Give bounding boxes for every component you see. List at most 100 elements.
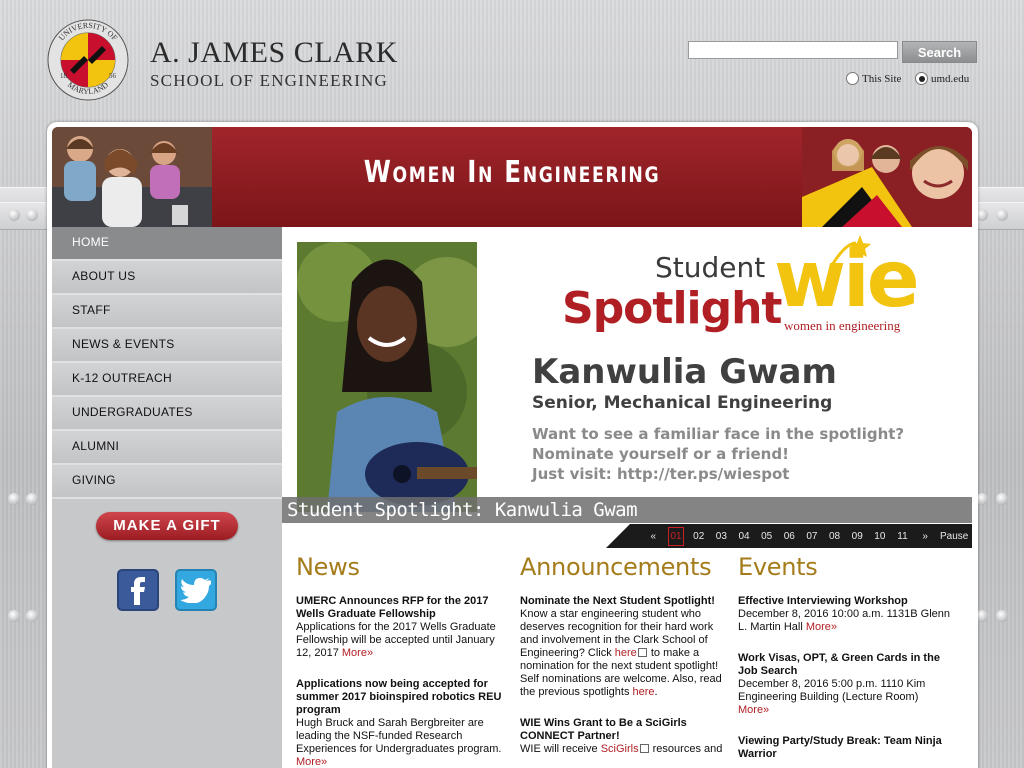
rivet [8,209,20,221]
rivet [26,209,38,221]
event-item-title[interactable]: Effective Interviewing Workshop [738,595,950,608]
nav-item-about-us[interactable]: ABOUT US [52,261,282,295]
spotlight-student-word: Student [655,251,766,284]
rivet [26,493,38,505]
rivet [8,493,20,505]
seal-year-left: 18 [60,72,68,80]
news-item-body: Hugh Bruck and Sarah Bergbreiter are lea… [296,717,502,755]
announcement-here-link-2[interactable]: here [633,686,655,698]
featured-spotlight[interactable]: Student Spotlight wie women in engineeri… [282,227,972,522]
event-item: Viewing Party/Study Break: Team Ninja Wa… [738,735,950,761]
pager-page[interactable]: 11 [891,528,914,545]
event-item-more-link[interactable]: More» [738,704,769,716]
pager-pause[interactable]: Pause [936,528,971,545]
pager-page[interactable]: 09 [846,528,869,545]
brand-line2: SCHOOL OF ENGINEERING [150,71,389,90]
twitter-icon[interactable] [175,569,217,611]
pager-page[interactable]: 05 [755,528,778,545]
university-seal-logo[interactable]: 18 56 UNIVERSITY OFMARYLAND [46,18,130,102]
pager-corner [606,524,630,548]
announcements-heading: Announcements [520,553,712,581]
news-item: UMERC Announces RFP for the 2017 Wells G… [296,595,506,660]
announcement-item-title[interactable]: Nominate the Next Student Spotlight! [520,595,724,608]
slide-caption[interactable]: Student Spotlight: Kanwulia Gwam [282,497,972,523]
news-item-body: Applications for the 2017 Wells Graduate… [296,621,496,659]
slideshow-pager: « 01 02 03 04 05 06 07 08 09 10 11 » Pau… [606,524,972,548]
scope-umd-label: umd.edu [931,72,970,85]
news-column: News UMERC Announces RFP for the 2017 We… [296,553,506,768]
news-item-more-link[interactable]: More» [296,756,327,768]
rivet [996,493,1008,505]
announcements-column: Announcements Nominate the Next Student … [520,553,724,766]
nav-item-news-events[interactable]: NEWS & EVENTS [52,329,282,363]
seal-year-right: 56 [109,72,117,80]
announcement-scigirls-link[interactable]: SciGirls [601,743,639,755]
nav-item-staff[interactable]: STAFF [52,295,282,329]
nav-item-home[interactable]: HOME [52,227,282,261]
announcement-here-link[interactable]: here [615,647,637,659]
spotlight-student-photo [297,242,477,512]
nav-item-giving[interactable]: GIVING [52,465,282,499]
spotlight-role: Senior, Mechanical Engineering [532,393,833,413]
event-item-title[interactable]: Work Visas, OPT, & Green Cards in the Jo… [738,652,950,678]
scope-umd-radio[interactable] [915,72,928,85]
pager-page[interactable]: 03 [710,528,733,545]
pager-page[interactable]: 07 [801,528,824,545]
scope-umd[interactable]: umd.edu [915,72,969,85]
announcement-item-title[interactable]: WIE Wins Grant to Be a SciGirls CONNECT … [520,717,724,743]
facebook-icon[interactable] [117,569,159,611]
scope-this-site[interactable]: This Site [846,72,901,85]
wie-logo-subtitle: women in engineering [784,318,901,333]
star-icon [830,235,871,266]
rivet [996,209,1008,221]
nav-item-k12-outreach[interactable]: K-12 OUTREACH [52,363,282,397]
news-heading: News [296,553,360,581]
rivet [26,610,38,622]
search-button[interactable]: Search [902,41,977,63]
announcement-item: Nominate the Next Student Spotlight! Kno… [520,595,724,699]
scope-this-site-radio[interactable] [846,72,859,85]
event-item: Work Visas, OPT, & Green Cards in the Jo… [738,652,950,717]
announcement-end: . [654,686,658,698]
banner: Women In Engineering [52,127,972,227]
rivet [8,610,20,622]
spotlight-line-2: Nominate yourself or a friend! [532,445,789,463]
pager-page[interactable]: 04 [733,528,756,545]
events-column: Events Effective Interviewing Workshop D… [738,553,950,768]
announcement-item: WIE Wins Grant to Be a SciGirls CONNECT … [520,717,724,756]
news-item-title[interactable]: Applications now being accepted for summ… [296,678,506,717]
make-a-gift-button[interactable]: MAKE A GIFT [96,512,238,540]
event-item-title[interactable]: Viewing Party/Study Break: Team Ninja Wa… [738,735,950,761]
brand-line1: A. JAMES CLARK [150,36,398,69]
pager-page[interactable]: 06 [778,528,801,545]
announcement-item-body-2: resources and [652,743,723,755]
event-item: Effective Interviewing Workshop December… [738,595,950,634]
event-item-body: December 8, 2016 10:00 a.m. 1131B Glenn … [738,608,950,633]
pager-page[interactable]: 10 [869,528,892,545]
events-heading: Events [738,553,818,581]
search-input[interactable] [688,41,898,59]
announcement-item-body: WIE will receive [520,743,598,755]
nav-item-alumni[interactable]: ALUMNI [52,431,282,465]
spotlight-line-3: Just visit: http://ter.ps/wiespot [532,465,790,483]
event-item-body: December 8, 2016 5:00 p.m. 1110 Kim Engi… [738,678,926,703]
nav-item-undergraduates[interactable]: UNDERGRADUATES [52,397,282,431]
pager-page[interactable]: 02 [687,528,710,545]
spotlight-name: Kanwulia Gwam [532,352,837,392]
spotlight-line-1: Want to see a familiar face in the spotl… [532,425,905,443]
news-item-more-link[interactable]: More» [342,647,373,659]
pager-page[interactable]: 01 [667,526,685,546]
news-item-title[interactable]: UMERC Announces RFP for the 2017 Wells G… [296,595,506,621]
sidebar: HOME ABOUT US STAFF NEWS & EVENTS K-12 O… [52,227,282,768]
external-link-icon [639,744,649,753]
pager-next[interactable]: » [914,528,937,545]
rivet [996,610,1008,622]
external-link-icon [637,648,647,657]
news-item: Applications now being accepted for summ… [296,678,506,768]
banner-title: Women In Engineering [363,155,661,190]
pager-page[interactable]: 08 [823,528,846,545]
event-item-more-link[interactable]: More» [806,621,837,633]
school-brand[interactable]: A. JAMES CLARK SCHOOL OF ENGINEERING [150,36,398,91]
scope-this-site-label: This Site [862,72,902,85]
pager-prev[interactable]: « [642,528,665,545]
